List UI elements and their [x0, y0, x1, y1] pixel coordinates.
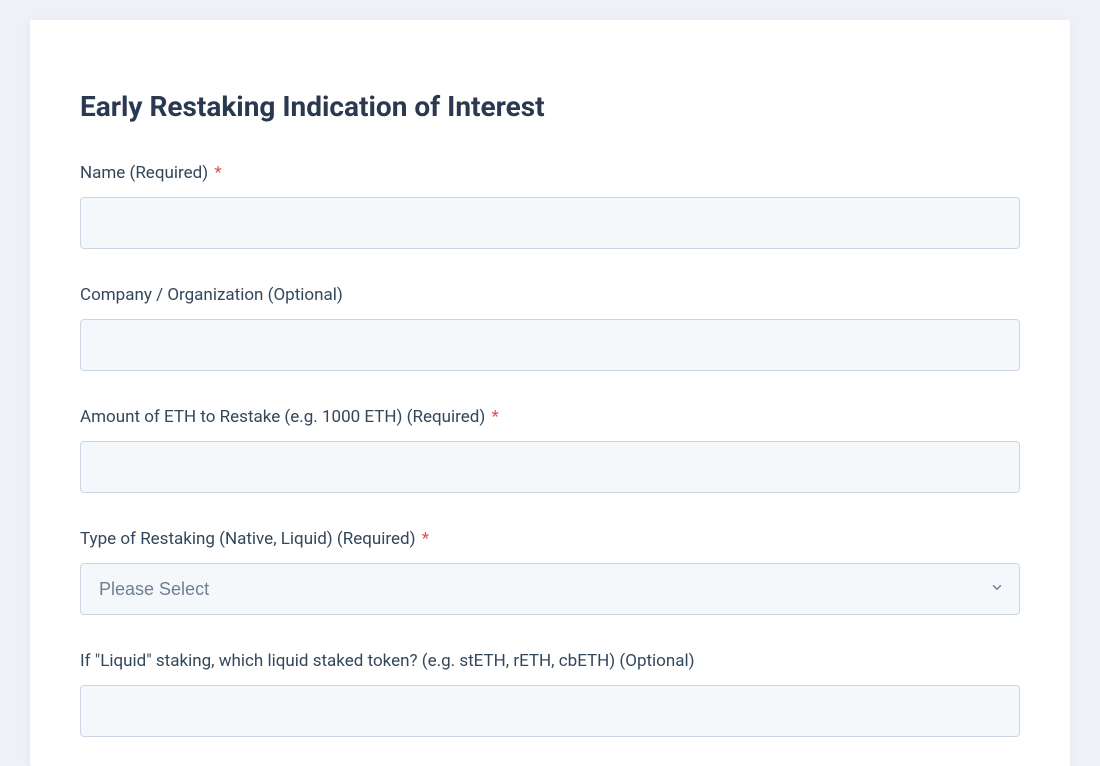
name-label-text: Name (Required) [80, 163, 208, 183]
company-input[interactable] [80, 319, 1020, 371]
restaking-type-label-text: Type of Restaking (Native, Liquid) (Requ… [80, 529, 416, 549]
field-liquid-token: If "Liquid" staking, which liquid staked… [80, 651, 1020, 737]
field-name: Name (Required) * [80, 163, 1020, 249]
restaking-type-select-wrap: Please Select [80, 563, 1020, 615]
amount-label: Amount of ETH to Restake (e.g. 1000 ETH)… [80, 407, 1020, 427]
form-title: Early Restaking Indication of Interest [80, 90, 1020, 123]
required-star: * [491, 407, 498, 427]
form-card: Early Restaking Indication of Interest N… [30, 20, 1070, 766]
restaking-type-select[interactable]: Please Select [80, 563, 1020, 615]
field-company: Company / Organization (Optional) [80, 285, 1020, 371]
liquid-token-label: If "Liquid" staking, which liquid staked… [80, 651, 1020, 671]
amount-input[interactable] [80, 441, 1020, 493]
name-label: Name (Required) * [80, 163, 1020, 183]
restaking-type-label: Type of Restaking (Native, Liquid) (Requ… [80, 529, 1020, 549]
required-star: * [214, 163, 221, 183]
amount-label-text: Amount of ETH to Restake (e.g. 1000 ETH)… [80, 407, 485, 427]
company-label: Company / Organization (Optional) [80, 285, 1020, 305]
field-amount: Amount of ETH to Restake (e.g. 1000 ETH)… [80, 407, 1020, 493]
name-input[interactable] [80, 197, 1020, 249]
required-star: * [422, 529, 429, 549]
field-restaking-type: Type of Restaking (Native, Liquid) (Requ… [80, 529, 1020, 615]
liquid-token-input[interactable] [80, 685, 1020, 737]
